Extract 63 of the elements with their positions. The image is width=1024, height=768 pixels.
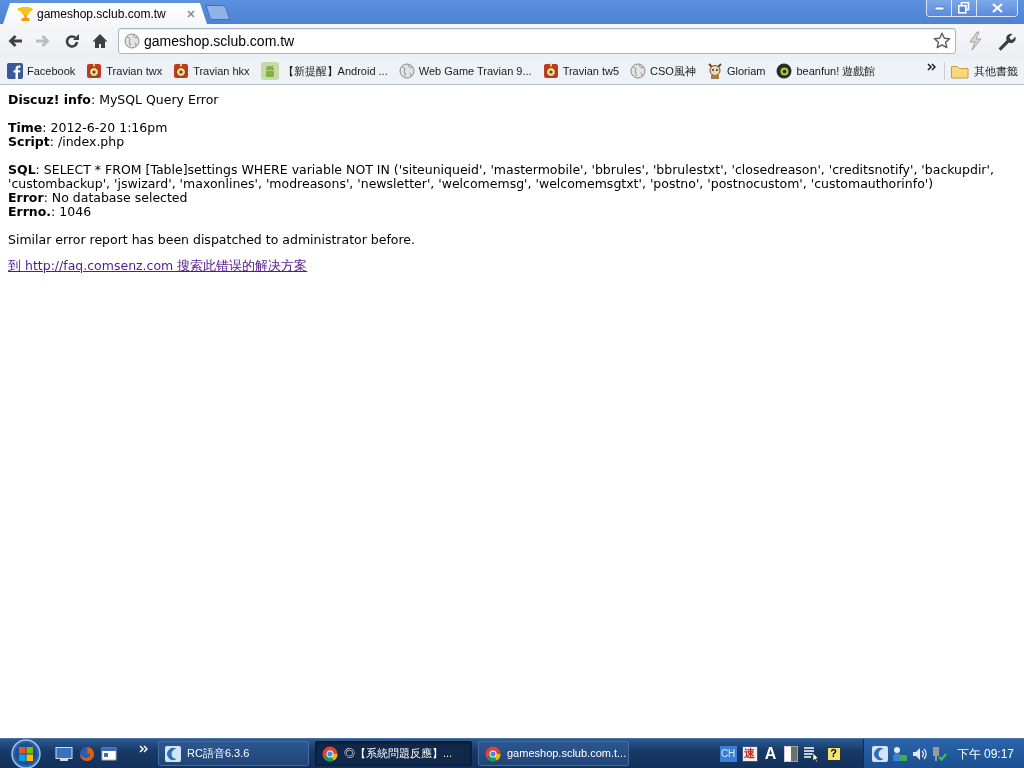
- window-icon[interactable]: [101, 746, 117, 761]
- trophy-icon: [17, 5, 33, 22]
- folder-icon: [951, 63, 969, 79]
- input-mode-toggle[interactable]: A: [762, 745, 779, 762]
- address-field[interactable]: gameshop.sclub.com.tw: [118, 28, 956, 54]
- browser-tab[interactable]: gameshop.sclub.com.tw: [3, 3, 207, 24]
- bookmark-folder[interactable]: 其他書籤: [951, 60, 1018, 82]
- clock: 下午 09:17: [956, 745, 1014, 763]
- robot-icon: [260, 62, 279, 80]
- crescent-icon: [165, 745, 181, 762]
- badge-icon: [86, 63, 103, 79]
- close-icon: [991, 3, 1003, 13]
- bookmark-item[interactable]: CSO風神: [630, 60, 696, 82]
- restore-icon: [958, 2, 970, 14]
- start-button[interactable]: [11, 738, 41, 768]
- badge-icon: [173, 63, 190, 79]
- user-status-icon[interactable]: [891, 745, 908, 762]
- report-line: Error: No database selected: [8, 191, 189, 205]
- restore-button[interactable]: [951, 0, 976, 16]
- minimize-icon: [933, 3, 945, 13]
- half-square-icon[interactable]: [783, 745, 798, 762]
- badge-icon: [542, 63, 559, 79]
- bookmark-item[interactable]: Gloriam: [706, 60, 766, 82]
- report-line: Time: 2012-6-20 1:16pm: [8, 121, 169, 135]
- bookmark-item[interactable]: Web Game Travian 9...: [398, 60, 532, 82]
- home-icon[interactable]: [92, 33, 108, 49]
- mascot-icon: [706, 63, 723, 79]
- wrench-icon[interactable]: [996, 31, 1016, 51]
- desktop-icon[interactable]: [55, 745, 73, 762]
- circle-logo-icon: [776, 63, 793, 79]
- browser-icon: [485, 745, 501, 762]
- browser-icon: [322, 745, 338, 762]
- list-pointer-icon[interactable]: [802, 745, 819, 762]
- bookmark-item[interactable]: 【新提醒】Android ...: [260, 60, 388, 82]
- taskbar-button[interactable]: gameshop.sclub.com.t...: [478, 741, 629, 766]
- reload-icon[interactable]: [64, 33, 80, 49]
- report-line: Discuz! info: MySQL Query Error: [8, 93, 220, 107]
- report-line: Script: /index.php: [8, 135, 125, 149]
- help-button[interactable]: ?: [826, 746, 841, 761]
- bookmark-item[interactable]: Facebook: [7, 60, 76, 82]
- bookmark-item[interactable]: Travian hkx: [173, 60, 250, 82]
- taskbar-button[interactable]: ◎【系統問題反應】...: [315, 741, 472, 766]
- back-icon[interactable]: [7, 33, 23, 49]
- report-line: SQL: SELECT * FROM [Table]settings WHERE variable NOT IN ('siteuniqueid', 'mastermobile', 'bbrules', 'bbrulestxt', 'closedreason', 'creditsnotify', 'backupdir', 'custombackup', 'jswizard', 'maxonlines', 'modreasons', 'newsletter', 'welcomemsg', 'welcomemsgtxt', 'postno', 'postnocustom', 'customauthorinfo'): [8, 163, 995, 191]
- report-line: Errno.: 1046: [8, 205, 93, 219]
- f-logo-icon: [7, 63, 23, 79]
- globe-icon: [124, 33, 140, 49]
- star-icon[interactable]: [933, 32, 951, 50]
- device-check-icon[interactable]: [930, 745, 947, 762]
- bookmark-item[interactable]: beanfun! 遊戲館: [776, 60, 876, 82]
- browser-icon[interactable]: [79, 745, 95, 762]
- help-link[interactable]: 到 http://faq.comsenz.com 搜索此错误的解决方案: [8, 259, 308, 273]
- bookmark-item[interactable]: Travian twx: [86, 60, 163, 82]
- globe-icon: [630, 63, 647, 79]
- globe-icon: [398, 63, 415, 79]
- chevron-icon[interactable]: [927, 63, 936, 71]
- crescent-icon[interactable]: [871, 745, 888, 762]
- bookmark-item[interactable]: Travian tw5: [542, 60, 620, 82]
- taskbar-button[interactable]: RC語音6.3.6: [158, 741, 309, 766]
- ime-mode-toggle[interactable]: 速: [741, 745, 758, 762]
- close-button[interactable]: [976, 0, 1017, 16]
- report-line: Similar error report has been dispatched to administrator before.: [8, 233, 416, 247]
- close-icon[interactable]: [187, 9, 195, 18]
